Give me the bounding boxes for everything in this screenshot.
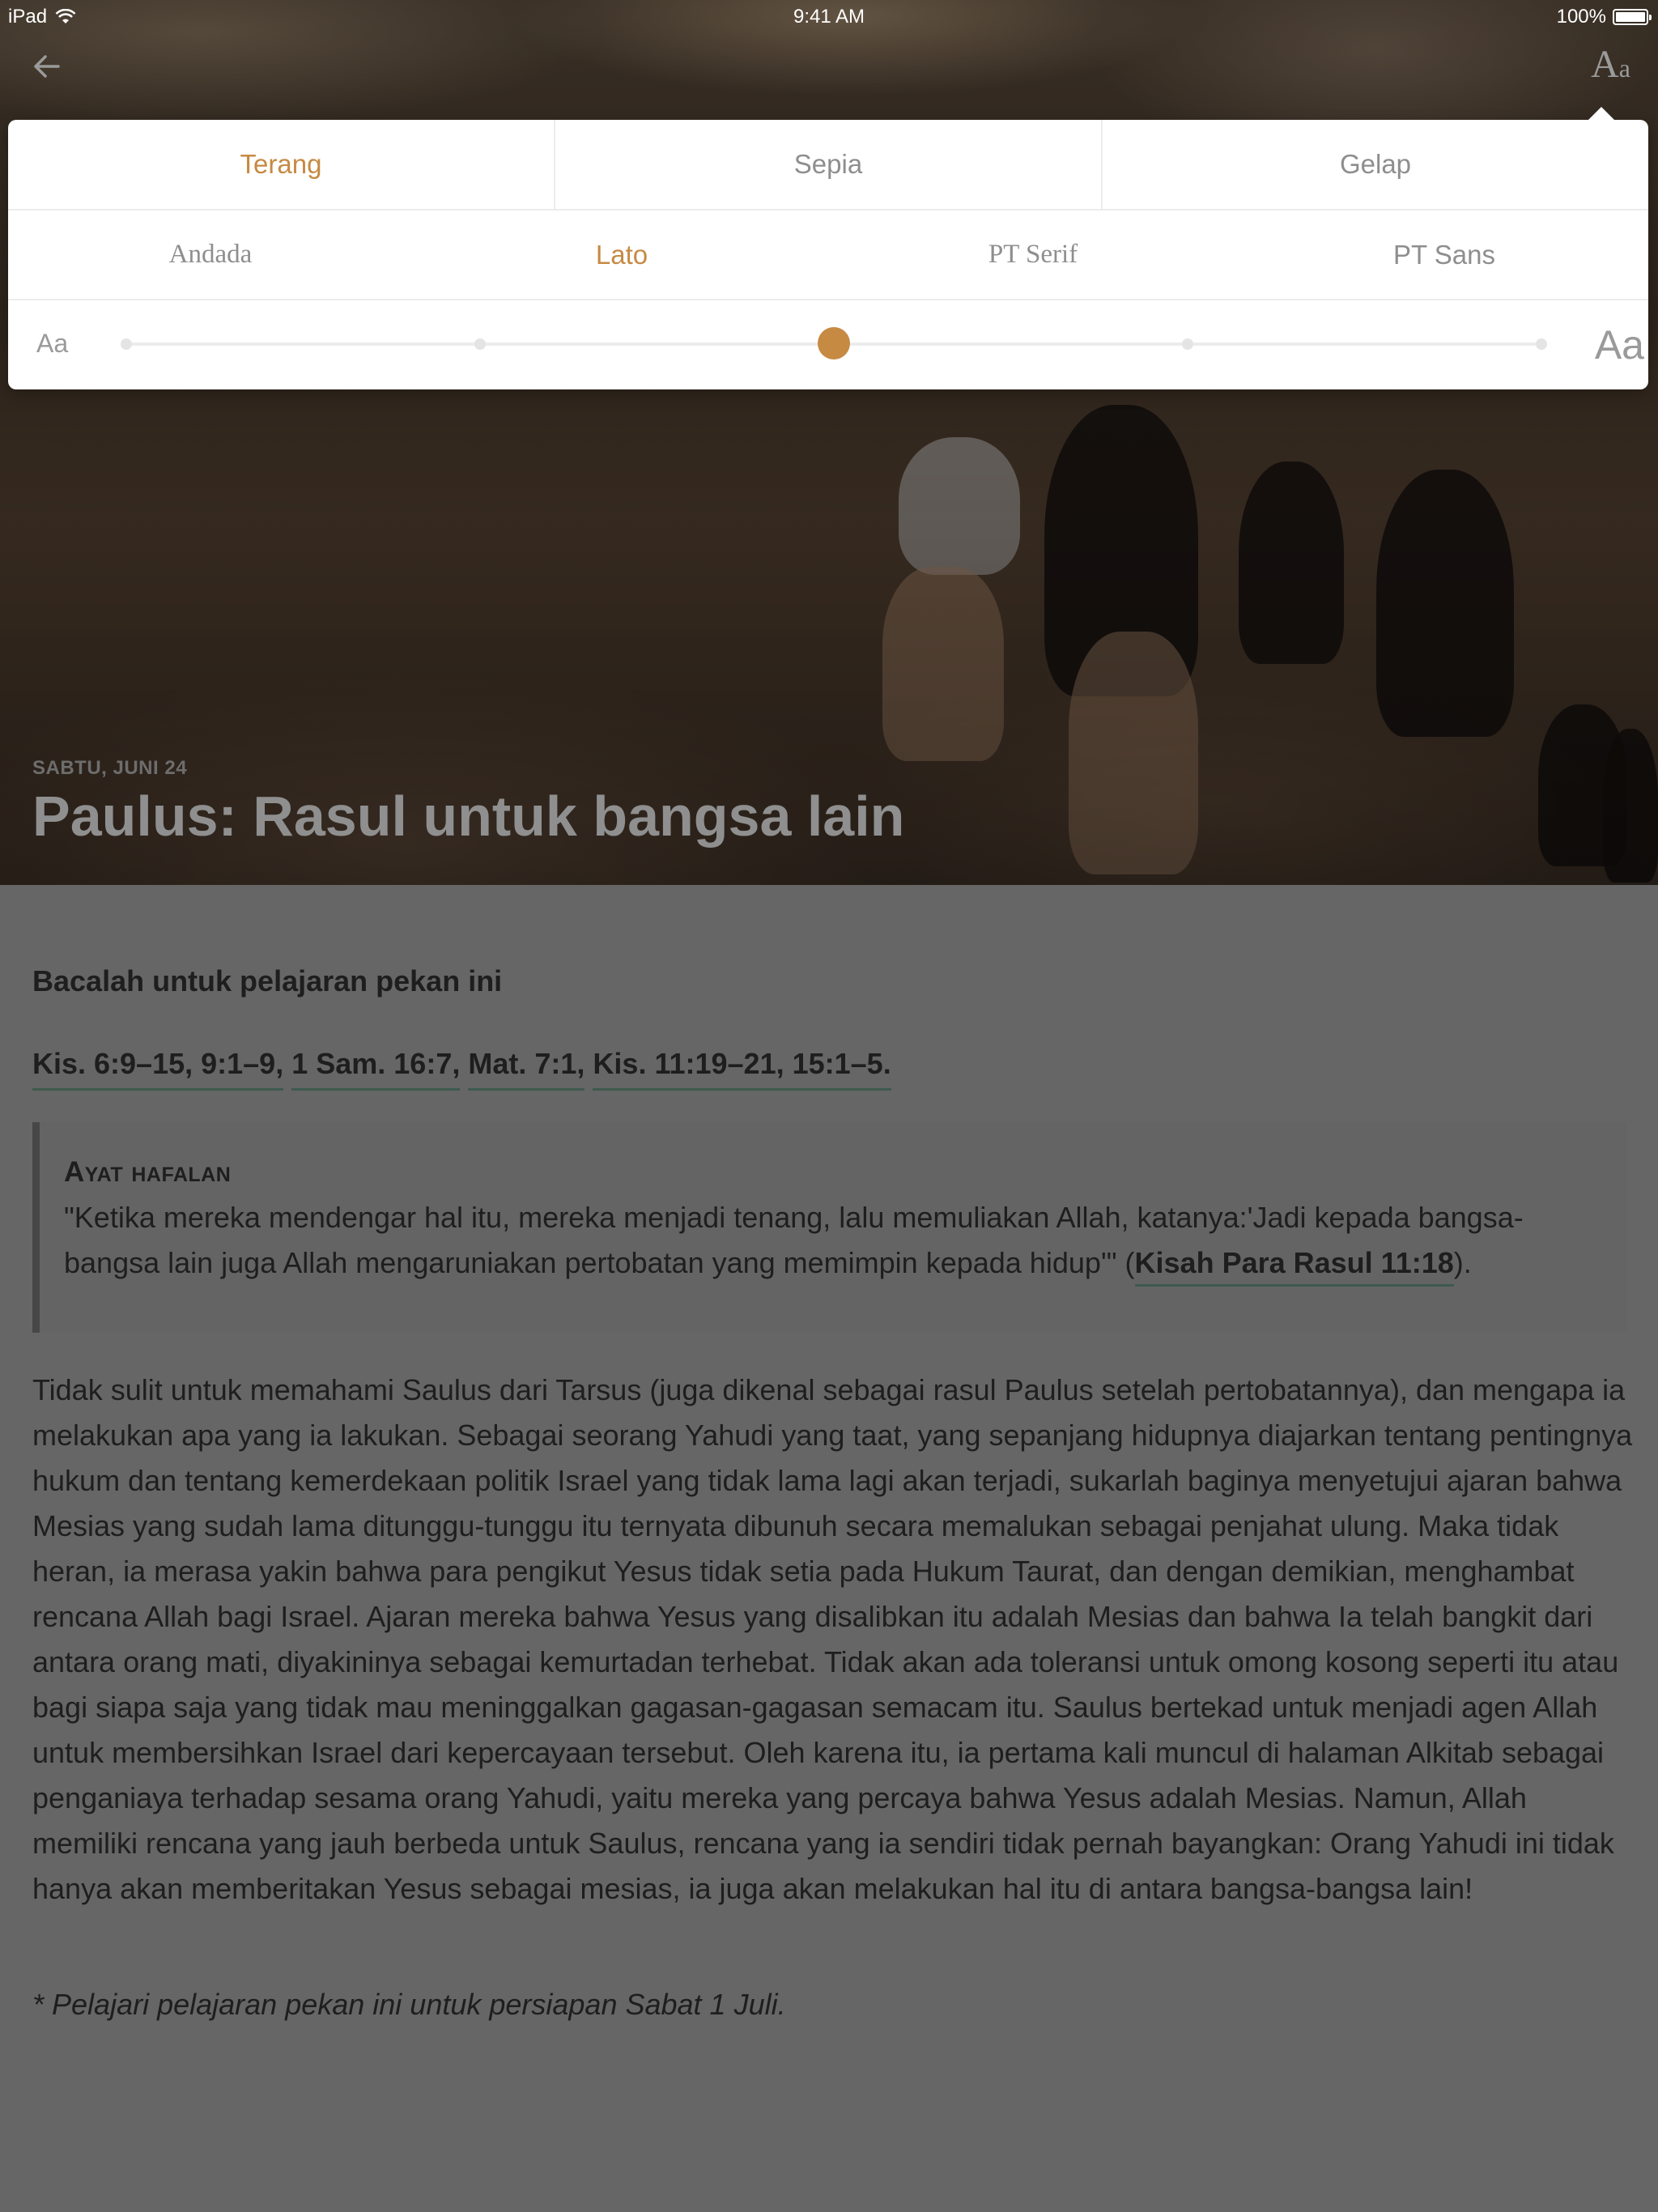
font-size-large-label: Aa [1594,322,1644,368]
lesson-date: SABTU, JUNI 24 [32,757,188,779]
status-bar: iPad 9:41 AM 100% [0,0,1658,32]
memory-verse-text: "Ketika mereka mendengar hal itu, mereka… [64,1195,1618,1287]
battery-percent: 100% [1556,6,1606,28]
reading-references: Kis. 6:9–15, 9:1–9, 1 Sam. 16:7, Mat. 7:… [32,1047,891,1091]
slider-step[interactable] [1182,338,1193,350]
status-time: 9:41 AM [793,6,865,28]
lesson-note: * Pelajari pelajaran pekan ini untuk per… [32,1988,786,2021]
status-right: 100% [1556,6,1652,28]
memory-verse-reference-link[interactable]: Kisah Para Rasul 11:18 [1134,1246,1454,1287]
text-settings-popover: Terang Sepia Gelap Andada Lato PT Serif … [8,107,1648,389]
slider-step[interactable] [1536,338,1547,350]
font-size-small-label: Aa [36,329,69,358]
lesson-body-text: Tidak sulit untuk memahami Saulus dari T… [32,1373,1633,1905]
font-option-pt-serif[interactable]: PT Serif [988,211,1078,299]
text-settings-button[interactable]: Aa [1591,42,1630,87]
back-arrow-icon [34,55,60,78]
lesson-title: Paulus: Rasul untuk bangsa lain [32,785,905,848]
slider-step[interactable] [474,338,486,350]
bible-reference-link[interactable]: Mat. 7:1, [468,1047,585,1091]
text-settings-icon-small: a [1618,53,1630,83]
battery-icon [1613,9,1652,25]
font-size-slider[interactable] [121,327,1547,359]
bible-reference-link[interactable]: Kis. 11:19–21, 15:1–5. [593,1047,891,1091]
font-option-lato[interactable]: Lato [596,211,648,299]
text-settings-icon-big: A [1591,43,1619,86]
font-size-selector: Aa Aa [8,300,1648,389]
font-option-andada[interactable]: Andada [169,211,253,299]
popover-arrow [1588,107,1614,120]
theme-option-gelap[interactable]: Gelap [1103,120,1648,209]
font-selector: Andada Lato PT Serif PT Sans [8,211,1648,300]
reading-heading: Bacalah untuk pelajaran pekan ini [32,964,503,998]
memory-verse-close: ). [1453,1246,1472,1279]
bible-reference-link[interactable]: Kis. 6:9–15, 9:1–9, [32,1047,284,1091]
memory-verse-title: Ayat hafalan [64,1156,232,1188]
bible-reference-link[interactable]: 1 Sam. 16:7, [291,1047,461,1091]
slider-step[interactable] [121,338,132,350]
theme-selector: Terang Sepia Gelap [8,120,1648,211]
theme-option-sepia[interactable]: Sepia [555,120,1103,209]
font-option-pt-sans[interactable]: PT Sans [1393,211,1495,299]
memory-verse-block: Ayat hafalan "Ketika mereka mendengar ha… [32,1122,1627,1333]
back-button[interactable] [28,47,66,86]
slider-thumb[interactable] [818,327,850,359]
theme-option-terang[interactable]: Terang [8,120,555,209]
